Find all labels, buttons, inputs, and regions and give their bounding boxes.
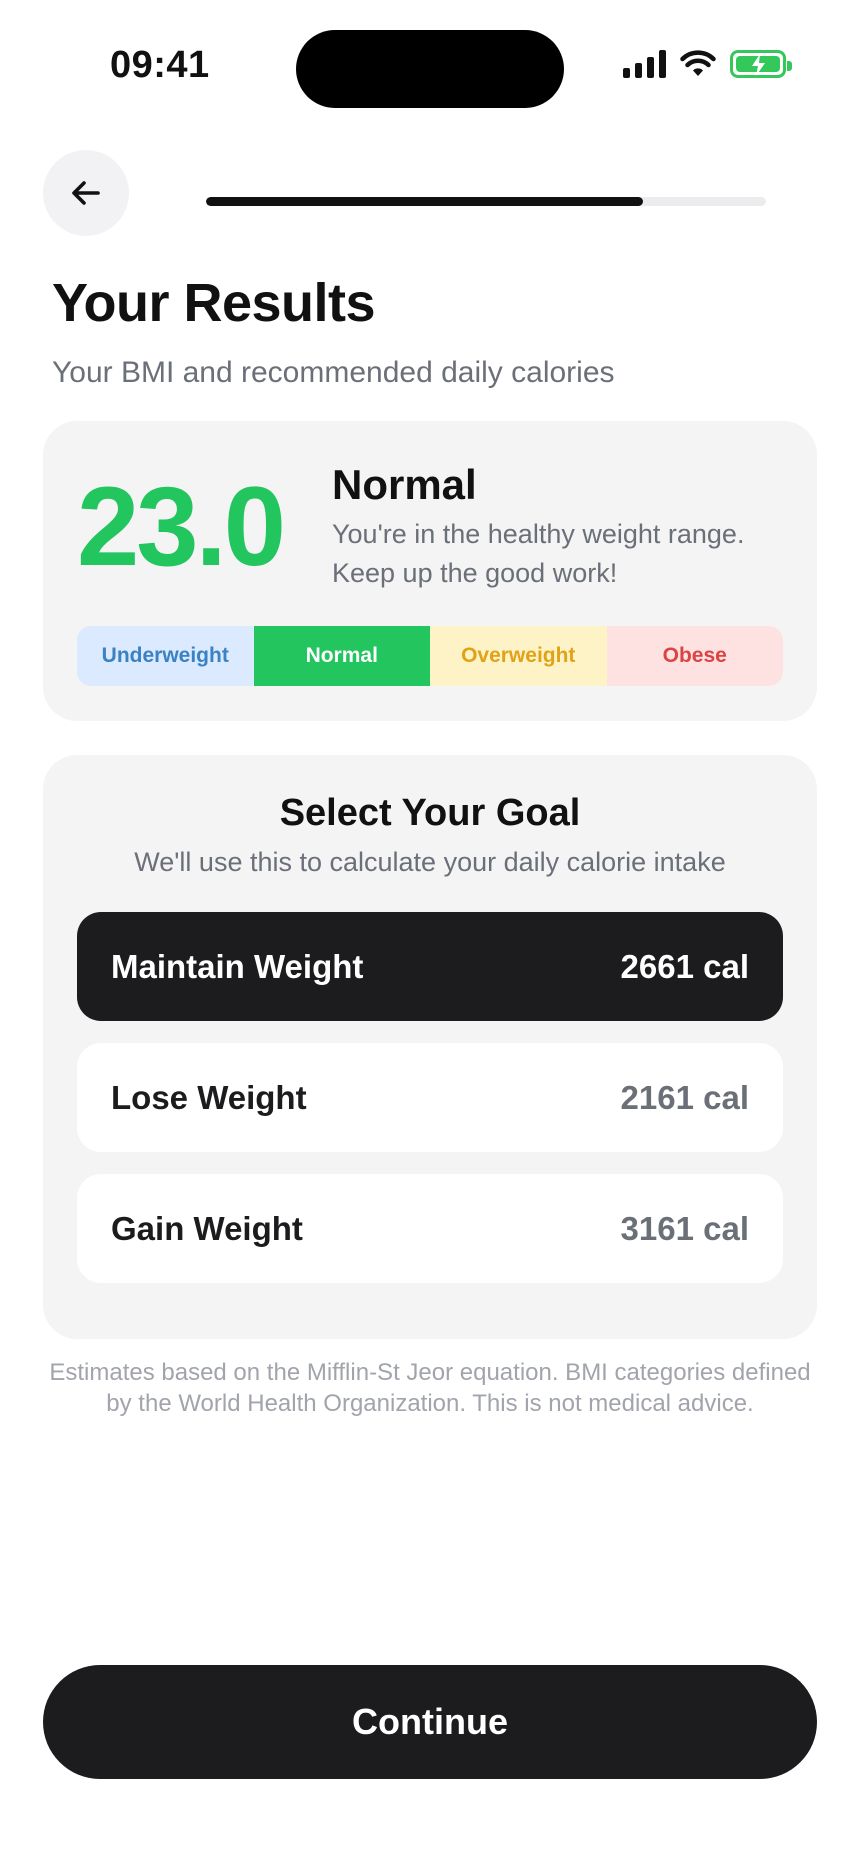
back-button[interactable] bbox=[43, 150, 129, 236]
continue-button[interactable]: Continue bbox=[43, 1665, 817, 1779]
scale-underweight: Underweight bbox=[77, 626, 254, 686]
disclaimer-text: Estimates based on the Mifflin-St Jeor e… bbox=[49, 1359, 811, 1417]
status-icons bbox=[623, 50, 792, 78]
scale-obese: Obese bbox=[606, 626, 783, 686]
results-screen: 09:41 Your Results Your BMI and recommen… bbox=[0, 0, 860, 1869]
status-time: 09:41 bbox=[110, 44, 210, 86]
scale-normal: Normal bbox=[253, 626, 430, 686]
page-title: Your Results bbox=[52, 273, 376, 333]
arrow-left-icon bbox=[72, 181, 100, 205]
bmi-value: 23.0 bbox=[77, 464, 286, 589]
bmi-category: Normal bbox=[332, 461, 477, 508]
goal-option-label: Maintain Weight bbox=[111, 947, 364, 985]
onboarding-progress-bar bbox=[206, 197, 766, 206]
goal-title: Select Your Goal bbox=[279, 792, 581, 834]
goal-option-maintain[interactable]: Maintain Weight 2661 cal bbox=[77, 912, 783, 1021]
goal-option-calories: 2161 cal bbox=[620, 1078, 749, 1116]
dynamic-island bbox=[296, 30, 564, 108]
scale-overweight: Overweight bbox=[430, 626, 607, 686]
bmi-message: You're in the healthy weight range. Keep… bbox=[332, 519, 745, 588]
goal-card: Select Your Goal We'll use this to calcu… bbox=[43, 755, 817, 1339]
bmi-scale: Underweight Normal Overweight Obese bbox=[77, 626, 783, 686]
goal-option-label: Lose Weight bbox=[111, 1078, 307, 1116]
goal-option-label: Gain Weight bbox=[111, 1209, 303, 1247]
page-subtitle: Your BMI and recommended daily calories bbox=[52, 356, 615, 389]
battery-charging-icon bbox=[730, 50, 792, 78]
cellular-signal-icon bbox=[623, 50, 666, 78]
goal-option-lose[interactable]: Lose Weight 2161 cal bbox=[77, 1043, 783, 1152]
goal-option-calories: 3161 cal bbox=[620, 1209, 749, 1247]
wifi-icon bbox=[680, 50, 716, 78]
goal-option-calories: 2661 cal bbox=[620, 947, 749, 985]
bmi-card: 23.0 Normal You're in the healthy weight… bbox=[43, 421, 817, 721]
progress-fill bbox=[206, 197, 643, 206]
goal-option-gain[interactable]: Gain Weight 3161 cal bbox=[77, 1174, 783, 1283]
goal-subtitle: We'll use this to calculate your daily c… bbox=[134, 847, 726, 877]
